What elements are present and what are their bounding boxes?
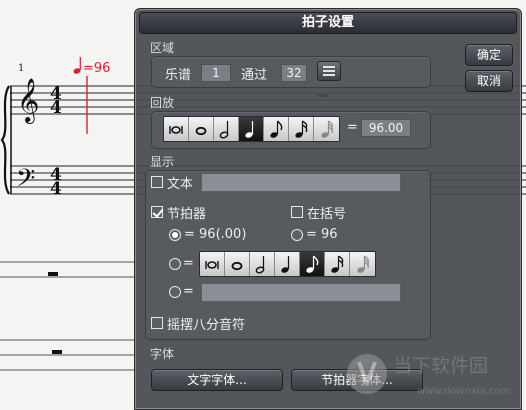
watermark-logo-icon xyxy=(347,354,387,394)
measure-number: 1 xyxy=(18,63,24,74)
metronome-checkbox[interactable] xyxy=(151,206,163,218)
thirty-second-note-icon xyxy=(356,255,369,273)
sixteenth-note-button[interactable] xyxy=(289,117,314,141)
display-option-custom-radio[interactable] xyxy=(169,286,181,298)
breve-note-button[interactable] xyxy=(200,252,225,276)
cancel-button[interactable]: 取消 xyxy=(465,70,513,92)
watermark-brand: 当下软件园 xyxy=(393,355,488,377)
sixteenth-note-icon xyxy=(331,255,344,273)
whole-note-icon xyxy=(195,126,207,136)
display-option-decimal-radio[interactable] xyxy=(169,229,181,241)
quarter-note-icon xyxy=(281,256,290,273)
watermark-url: www.downxia.com xyxy=(417,386,510,397)
display-section-label: 显示 xyxy=(150,155,175,169)
score-end-field[interactable]: 32 xyxy=(281,64,307,82)
sixteenth-note-icon xyxy=(295,120,308,138)
ok-button[interactable]: 确定 xyxy=(465,44,513,66)
swing-eighths-checkbox[interactable] xyxy=(151,317,163,329)
display-note-selector[interactable] xyxy=(199,251,376,277)
half-note-icon xyxy=(255,256,265,274)
whole-rest xyxy=(52,350,62,354)
grand-staff-brace xyxy=(0,85,10,195)
half-note-button[interactable] xyxy=(250,252,275,276)
text-checkbox-label: 文本 xyxy=(167,177,194,192)
bass-clef-icon: 𝄢 xyxy=(16,164,35,199)
parentheses-checkbox-label: 在括号 xyxy=(307,207,347,222)
sixteenth-note-button[interactable] xyxy=(325,252,350,276)
display-option-custom-equals: = xyxy=(183,284,194,299)
score-label: 乐谱 xyxy=(165,68,192,83)
text-checkbox[interactable] xyxy=(151,176,163,188)
text-font-button[interactable]: 文字字体... xyxy=(151,369,283,391)
bass-time-signature-bottom: 4 xyxy=(50,179,62,199)
half-note-button[interactable] xyxy=(214,117,239,141)
parentheses-checkbox[interactable] xyxy=(291,206,303,218)
thirty-second-note-icon xyxy=(320,120,333,138)
display-option-note-equals: = xyxy=(183,256,194,271)
breve-note-icon xyxy=(169,126,183,134)
tempo-value-text: =96 xyxy=(83,61,110,76)
treble-clef-icon: 𝄞 xyxy=(17,78,39,124)
eighth-note-icon xyxy=(270,120,283,138)
quarter-note-icon xyxy=(245,121,254,138)
watermark: 当下软件园 www.downxia.com xyxy=(347,354,510,397)
display-option-integer-label: = 96 xyxy=(306,227,338,242)
custom-display-field[interactable] xyxy=(201,283,401,302)
breve-note-icon xyxy=(205,261,219,269)
text-input-field[interactable] xyxy=(201,173,401,192)
metronome-checkbox-label: 节拍器 xyxy=(167,207,207,222)
playback-equals-label: = xyxy=(347,120,358,135)
dialog-title[interactable]: 拍子设置 xyxy=(139,12,517,34)
score-start-field[interactable]: 1 xyxy=(201,64,231,82)
through-label: 通过 xyxy=(241,68,268,83)
tempo-marking[interactable]: =96 xyxy=(73,57,111,76)
display-option-note-radio[interactable] xyxy=(169,258,181,270)
whole-rest xyxy=(48,272,58,276)
treble-time-signature-bottom: 4 xyxy=(50,98,62,118)
measure-selector-icon[interactable] xyxy=(317,61,341,81)
eighth-note-icon xyxy=(306,255,319,273)
thirty-second-note-button[interactable] xyxy=(314,117,339,141)
eighth-note-button[interactable] xyxy=(264,117,289,141)
eighth-note-button[interactable] xyxy=(300,252,325,276)
breve-note-button[interactable] xyxy=(164,117,189,141)
playback-note-selector[interactable] xyxy=(163,116,340,142)
lower-staff-lines xyxy=(0,261,134,371)
quarter-note-button[interactable] xyxy=(239,117,264,141)
whole-note-button[interactable] xyxy=(225,252,250,276)
display-option-integer-radio[interactable] xyxy=(291,229,303,241)
whole-note-button[interactable] xyxy=(189,117,214,141)
font-section-label: 字体 xyxy=(150,347,175,361)
half-note-icon xyxy=(219,121,229,139)
playback-section-label: 回放 xyxy=(150,96,175,110)
thirty-second-note-button[interactable] xyxy=(350,252,375,276)
region-section-label: 区域 xyxy=(150,41,175,55)
swing-eighths-label: 摇摆八分音符 xyxy=(167,318,246,333)
whole-note-icon xyxy=(231,261,243,271)
quarter-note-button[interactable] xyxy=(275,252,300,276)
display-option-decimal-label: = 96(.00) xyxy=(184,227,247,242)
playback-tempo-field[interactable]: 96.00 xyxy=(361,119,411,137)
